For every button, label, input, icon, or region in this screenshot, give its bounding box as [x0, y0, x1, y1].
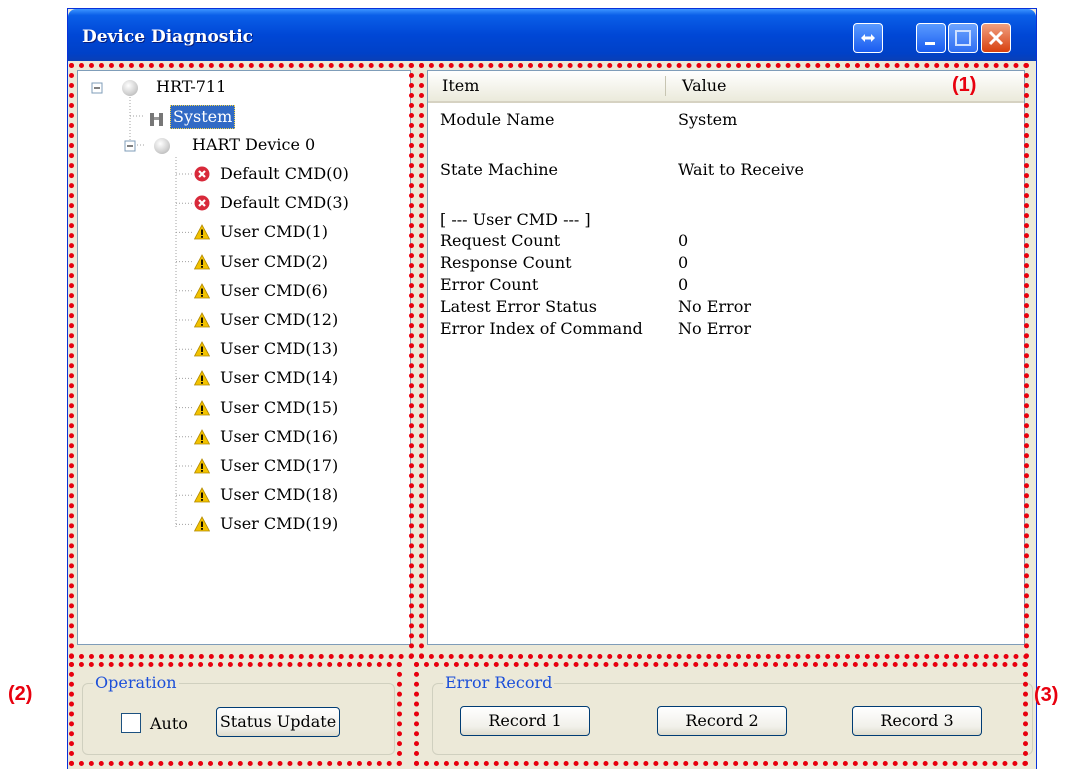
maximize-button[interactable]: [948, 23, 978, 53]
annotation-frame-1: [419, 63, 1029, 659]
annotation-frame-tree: [69, 63, 414, 659]
callout-1: (1): [952, 74, 977, 96]
close-button[interactable]: [981, 23, 1011, 53]
callout-2: (2): [8, 683, 33, 705]
annotation-frame-3: [414, 662, 1028, 766]
annotation-frame-2: [69, 662, 402, 766]
resize-arrows-icon[interactable]: [853, 23, 883, 53]
title-bar[interactable]: Device Diagnostic: [68, 9, 1036, 61]
window-title: Device Diagnostic: [82, 27, 254, 47]
callout-3: (3): [1034, 684, 1059, 706]
minimize-button[interactable]: [916, 23, 946, 53]
